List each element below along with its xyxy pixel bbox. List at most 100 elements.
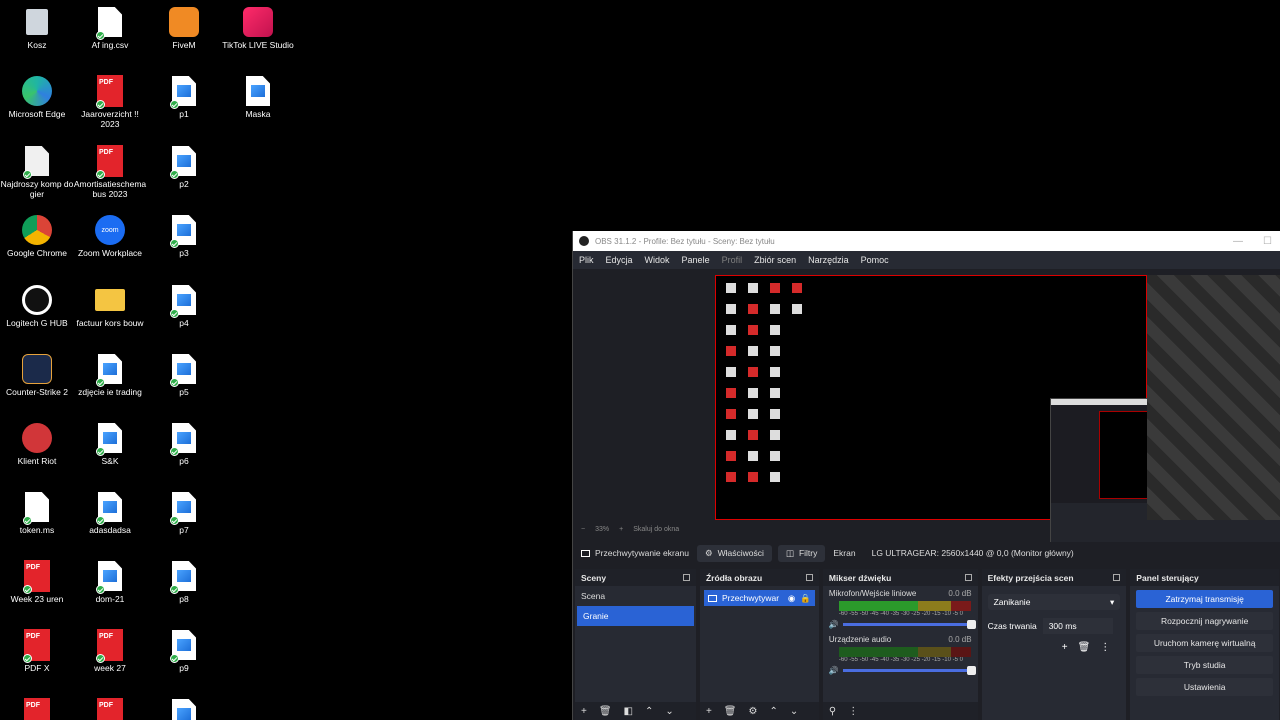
arrow-down-icon[interactable]: ⌄	[790, 706, 798, 717]
menu-panele[interactable]: Panele	[682, 255, 710, 265]
desktop-icon-chrome[interactable]: Google Chrome	[0, 214, 74, 258]
desktop-icon-p6[interactable]: p6	[147, 422, 221, 466]
desktop-icon-cs2[interactable]: Counter-Strike 2	[0, 353, 74, 397]
title-bar[interactable]: OBS 31.1.2 - Profile: Bez tytułu - Sceny…	[573, 231, 1280, 251]
scene-item[interactable]: Scena	[575, 586, 696, 606]
desktop-icon-tiktok[interactable]: TikTok LIVE Studio	[221, 6, 295, 50]
desktop-icon-factuur[interactable]: factuur kors bouw	[73, 284, 147, 328]
start-virtual-camera-button[interactable]: Uruchom kamerę wirtualną	[1136, 634, 1273, 652]
desktop-icon-week27[interactable]: PDF week 27	[73, 629, 147, 673]
link-icon[interactable]: ⚲	[829, 706, 836, 717]
folder-icon	[94, 284, 126, 316]
duration-input[interactable]: 300 ms	[1042, 618, 1113, 634]
trash-icon[interactable]: 🗑	[599, 706, 612, 717]
lock-icon[interactable]: 🔒	[800, 593, 811, 604]
menu-edycja[interactable]: Edycja	[606, 255, 633, 265]
desktop-icon-pdf-bottom-1[interactable]: PDF	[0, 698, 74, 720]
desktop-icon-pdfx[interactable]: PDF PDF X	[0, 629, 74, 673]
desktop-icon-token[interactable]: token.ms	[0, 491, 74, 535]
desktop-icon-zoom[interactable]: zoom Zoom Workplace	[73, 214, 147, 258]
speaker-icon[interactable]: 🔊	[829, 620, 839, 629]
desktop-icon-p1[interactable]: p1	[147, 75, 221, 119]
minimize-icon[interactable]: —	[1233, 236, 1243, 247]
preview-canvas[interactable]	[715, 275, 1280, 562]
image-file-icon	[168, 214, 200, 248]
preview-area[interactable]	[573, 269, 1280, 562]
desktop-icon-af-ing[interactable]: Af ing.csv	[73, 6, 147, 50]
studio-mode-button[interactable]: Tryb studia	[1136, 656, 1273, 674]
scene-item-selected[interactable]: Granie	[577, 606, 694, 626]
desktop-icon-p4[interactable]: p4	[147, 284, 221, 328]
menu-narzedzia[interactable]: Narzędzia	[808, 255, 849, 265]
desktop-icon-dom21[interactable]: dom-21	[73, 560, 147, 604]
pdf-icon: PDF	[21, 560, 53, 594]
text-file-icon	[21, 145, 53, 179]
desktop-icon-fivem[interactable]: FiveM	[147, 6, 221, 50]
edge-icon	[21, 75, 53, 107]
zoom-in-button[interactable]: +	[619, 526, 623, 533]
menu-plik[interactable]: Plik	[579, 255, 594, 265]
controls-header: Panel sterujący	[1130, 569, 1279, 586]
arrow-down-icon[interactable]: ⌄	[665, 706, 673, 717]
add-icon[interactable]: +	[1062, 642, 1068, 653]
desktop-icon-najdroszy[interactable]: Najdroszy komp do gier	[0, 145, 74, 199]
desktop-icon-p5[interactable]: p5	[147, 353, 221, 397]
desktop-icon-p2[interactable]: p2	[147, 145, 221, 189]
add-icon[interactable]: +	[706, 706, 712, 717]
transition-select[interactable]: Zanikanie ▾	[987, 594, 1121, 610]
menu-profil[interactable]: Profil	[722, 255, 743, 265]
menu-zbior-scen[interactable]: Zbiór scen	[754, 255, 796, 265]
desktop-icon-kosz[interactable]: Kosz	[0, 6, 74, 50]
screen-select[interactable]: LG ULTRAGEAR: 2560x1440 @ 0,0 (Monitor g…	[864, 548, 1082, 558]
desktop-icon-sk[interactable]: S&K	[73, 422, 147, 466]
zoom-fit-label[interactable]: Skaluj do okna	[633, 526, 679, 533]
arrow-up-icon[interactable]: ⌃	[645, 706, 653, 717]
volume-slider[interactable]	[842, 620, 976, 629]
properties-button[interactable]: ⚙ Właściwości	[697, 544, 772, 562]
image-file-icon	[94, 560, 126, 594]
start-recording-button[interactable]: Rozpocznij nagrywanie	[1136, 612, 1273, 630]
filters-button[interactable]: ◫ Filtry	[777, 544, 826, 562]
zoom-out-button[interactable]: −	[581, 526, 585, 533]
desktop-icon-edge[interactable]: Microsoft Edge	[0, 75, 74, 119]
mixer-header: Mikser dźwięku	[822, 569, 978, 586]
desktop-icon-adasdadsa[interactable]: adasdadsa	[73, 491, 147, 535]
desktop-icon-img-bottom[interactable]	[147, 698, 221, 720]
desktop-icon-pdf-bottom-2[interactable]: PDF	[73, 698, 147, 720]
trash-icon[interactable]: 🗑	[1078, 642, 1091, 653]
popout-icon[interactable]	[1113, 574, 1121, 581]
menu-widok[interactable]: Widok	[645, 255, 670, 265]
desktop-icon-riot[interactable]: Klient Riot	[0, 422, 74, 466]
desktop-icon-p8[interactable]: p8	[147, 560, 221, 604]
desktop-icon-zdjecie[interactable]: zdjęcie ie trading	[73, 353, 147, 397]
eye-icon[interactable]: ◉	[788, 593, 795, 604]
settings-button[interactable]: Ustawienia	[1136, 678, 1273, 696]
popout-icon[interactable]	[964, 574, 972, 581]
desktop-icon-jaaroverzicht[interactable]: PDF Jaaroverzicht !! 2023	[73, 75, 147, 129]
arrow-up-icon[interactable]: ⌃	[769, 706, 777, 717]
desktop-icon-p9[interactable]: p9	[147, 629, 221, 673]
zoom-bar: − 33% + Skaluj do okna	[573, 522, 1280, 536]
desktop-icon-logitech[interactable]: Logitech G HUB	[0, 284, 74, 328]
more-icon[interactable]: ⋮	[848, 706, 858, 717]
maximize-icon[interactable]: ☐	[1263, 236, 1272, 247]
stop-streaming-button[interactable]: Zatrzymaj transmisję	[1136, 590, 1273, 608]
chevron-down-icon: ▾	[1110, 596, 1115, 607]
scene-filter-icon[interactable]: ◧	[624, 706, 633, 717]
gear-icon[interactable]: ⚙	[748, 706, 757, 717]
desktop-icon-week23[interactable]: PDF Week 23 uren	[0, 560, 74, 604]
desktop-icon-p7[interactable]: p7	[147, 491, 221, 535]
trash-icon[interactable]: 🗑	[724, 706, 737, 717]
popout-icon[interactable]	[805, 574, 813, 581]
add-icon[interactable]: +	[581, 706, 587, 717]
more-icon[interactable]: ⋮	[1100, 642, 1110, 653]
popout-icon[interactable]	[682, 574, 690, 581]
volume-slider[interactable]	[842, 666, 976, 675]
desktop-icon-maska[interactable]: Maska	[221, 75, 295, 119]
speaker-icon[interactable]: 🔊	[829, 666, 839, 675]
window-controls: — ☐	[1233, 236, 1280, 247]
menu-pomoc[interactable]: Pomoc	[861, 255, 889, 265]
source-item[interactable]: Przechwytywar ◉ 🔒	[703, 590, 815, 606]
desktop-icon-amortisatie[interactable]: PDF Amortisatieschema bus 2023	[73, 145, 147, 199]
desktop-icon-p3[interactable]: p3	[147, 214, 221, 258]
